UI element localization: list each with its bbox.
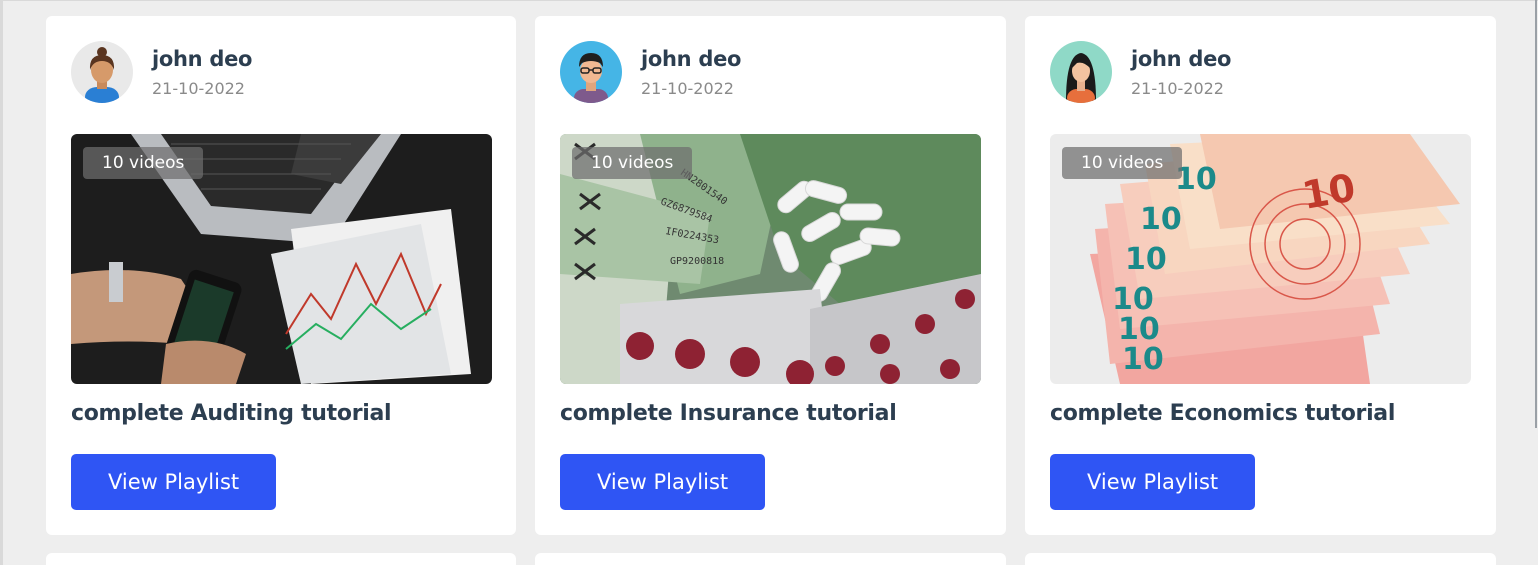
playlist-thumbnail[interactable]: 10 videos — [71, 134, 492, 384]
playlist-card: john deo 21-10-2022 10 videos complete A… — [46, 16, 516, 535]
author-name: john deo — [1131, 47, 1232, 71]
view-playlist-button[interactable]: View Playlist — [560, 454, 766, 510]
playlist-card: john deo 21-10-2022 10 10 10 10 10 10 10… — [1025, 16, 1496, 535]
playlist-title: complete Economics tutorial — [1050, 401, 1396, 426]
svg-text:10: 10 — [1122, 342, 1164, 377]
svg-text:10: 10 — [1125, 242, 1167, 277]
post-date: 21-10-2022 — [152, 79, 245, 98]
video-count-badge: 10 videos — [83, 147, 204, 179]
playlist-card: john deo 21-10-2022 HN2801540 GZ6879584 … — [535, 16, 1006, 535]
post-date: 21-10-2022 — [641, 79, 734, 98]
playlist-title: complete Auditing tutorial — [71, 401, 392, 426]
playlist-thumbnail[interactable]: 10 10 10 10 10 10 10 10 videos — [1050, 134, 1471, 384]
svg-text:10: 10 — [1112, 282, 1154, 317]
male-glasses-avatar-icon — [560, 41, 622, 103]
viewport-left-border — [0, 0, 3, 565]
video-count-badge: 10 videos — [1062, 147, 1183, 179]
viewport-top-border — [0, 0, 1538, 1]
playlist-card-next-row — [535, 553, 1006, 565]
scrollbar[interactable] — [1535, 0, 1537, 428]
playlist-title: complete Insurance tutorial — [560, 401, 897, 426]
svg-text:GP9200818: GP9200818 — [670, 256, 724, 267]
playlist-card-next-row — [1025, 553, 1496, 565]
author-name: john deo — [152, 47, 253, 71]
author-name: john deo — [641, 47, 742, 71]
female-avatar-icon — [71, 41, 133, 103]
playlist-card-next-row — [46, 553, 516, 565]
view-playlist-button[interactable]: View Playlist — [1050, 454, 1256, 510]
view-playlist-button[interactable]: View Playlist — [71, 454, 277, 510]
playlist-thumbnail[interactable]: HN2801540 GZ6879584 IF0224353 GP9200818 — [560, 134, 981, 384]
svg-text:10: 10 — [1118, 312, 1160, 347]
svg-text:10: 10 — [1140, 202, 1182, 237]
post-date: 21-10-2022 — [1131, 79, 1224, 98]
female-long-hair-avatar-icon — [1050, 41, 1112, 103]
video-count-badge: 10 videos — [572, 147, 693, 179]
svg-text:10: 10 — [1299, 165, 1359, 218]
